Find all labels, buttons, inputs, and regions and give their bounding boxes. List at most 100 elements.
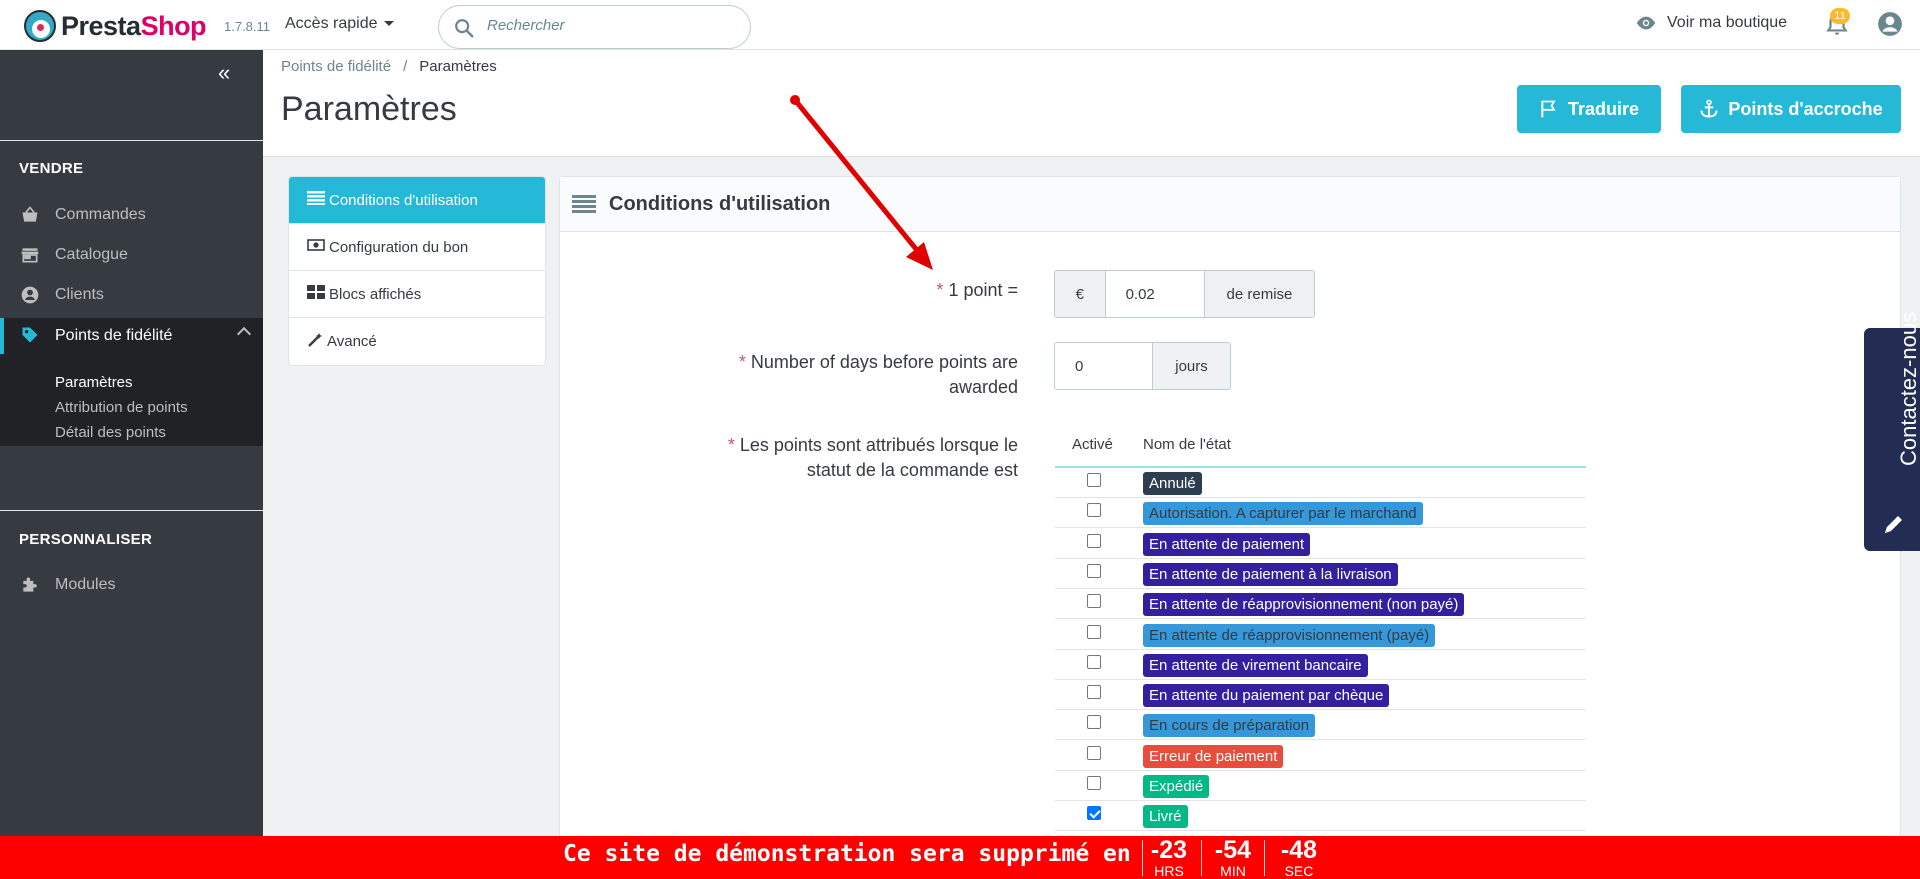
tab-label: Blocs affichés bbox=[329, 285, 422, 303]
status-active-checkbox[interactable] bbox=[1087, 654, 1101, 669]
days-input[interactable]: 0 bbox=[1055, 343, 1153, 389]
top-header: PrestaShop 1.7.8.11 Accès rapide Voir ma… bbox=[0, 0, 1920, 50]
section-title-customize: PERSONNALISER bbox=[19, 531, 153, 548]
status-badge: En attente du paiement par chèque bbox=[1143, 684, 1390, 708]
countdown-divider bbox=[1201, 840, 1202, 876]
puffin-logo-icon bbox=[24, 10, 56, 42]
tab-terms[interactable]: Conditions d'utilisation bbox=[289, 177, 545, 224]
countdown-divider bbox=[1142, 840, 1143, 876]
countdown-seconds: -48 SEC bbox=[1274, 837, 1324, 879]
sidebar-item-label: Points de fidélité bbox=[55, 327, 173, 344]
status-active-checkbox[interactable] bbox=[1087, 503, 1101, 518]
panel-title: Conditions d'utilisation bbox=[609, 192, 831, 215]
sidebar-item-label: Clients bbox=[55, 286, 104, 303]
table-row: Expédié bbox=[1055, 771, 1586, 801]
sidebar-item-orders[interactable]: Commandes bbox=[0, 198, 263, 232]
status-active-checkbox[interactable] bbox=[1087, 473, 1101, 487]
page-header bbox=[263, 50, 1920, 157]
status-active-checkbox[interactable] bbox=[1087, 563, 1101, 578]
point-value-label: * 1 point = bbox=[700, 278, 1018, 303]
tab-voucher-config[interactable]: Configuration du bon bbox=[289, 224, 545, 271]
breadcrumb-parent[interactable]: Points de fidélité bbox=[281, 58, 391, 75]
search-icon[interactable] bbox=[453, 17, 475, 39]
hooks-button[interactable]: Points d'accroche bbox=[1681, 85, 1901, 133]
point-value-input-group: € 0.02 de remise bbox=[1054, 270, 1315, 318]
breadcrumb-separator: / bbox=[403, 58, 408, 75]
days-input-group: 0 jours bbox=[1054, 342, 1231, 390]
countdown-hours: -23 HRS bbox=[1144, 836, 1194, 879]
status-active-checkbox[interactable] bbox=[1087, 715, 1101, 730]
sidebar-item-catalog[interactable]: Catalogue bbox=[0, 238, 263, 272]
demo-countdown-banner: Ce site de démonstration sera supprimé e… bbox=[0, 836, 1920, 879]
money-icon bbox=[307, 238, 325, 256]
quick-access-dropdown[interactable]: Accès rapide bbox=[285, 15, 394, 33]
status-badge: En attente de réapprovisionnement (payé) bbox=[1143, 623, 1436, 647]
countdown-hours-unit: HRS bbox=[1154, 863, 1184, 879]
status-active-checkbox[interactable] bbox=[1087, 745, 1101, 760]
countdown-minutes: -54 MIN bbox=[1208, 836, 1258, 879]
wand-icon bbox=[307, 332, 323, 352]
column-header-active: Activé bbox=[1072, 436, 1113, 453]
status-active-checkbox[interactable] bbox=[1087, 533, 1101, 548]
order-status-label: * Les points sont attribués lorsque le s… bbox=[700, 433, 1018, 483]
status-active-checkbox[interactable] bbox=[1087, 776, 1101, 790]
table-row: En attente du paiement par chèque bbox=[1055, 680, 1586, 711]
contact-us-label: Contactez-nous bbox=[1896, 311, 1920, 466]
version-label: 1.7.8.11 bbox=[224, 19, 271, 34]
days-label: * Number of days before points are award… bbox=[700, 350, 1018, 400]
account-icon[interactable] bbox=[1877, 11, 1903, 37]
status-active-checkbox[interactable] bbox=[1087, 806, 1101, 821]
countdown-minutes-value: -54 bbox=[1214, 836, 1252, 864]
table-row: En attente de paiement à la livraison bbox=[1055, 559, 1586, 589]
notifications-count-badge: 11 bbox=[1830, 8, 1850, 24]
sidebar-subitem-points-detail[interactable]: Détail des points bbox=[55, 424, 166, 441]
grid-icon bbox=[307, 285, 325, 303]
sidebar-item-modules[interactable]: Modules bbox=[0, 568, 263, 602]
collapse-sidebar-icon[interactable]: « bbox=[218, 60, 230, 86]
sidebar-divider bbox=[0, 510, 263, 511]
discount-addon: de remise bbox=[1204, 271, 1314, 317]
sidebar-item-label: Modules bbox=[55, 576, 116, 593]
table-row: Autorisation. A capturer par le marchand bbox=[1055, 498, 1586, 529]
flag-icon bbox=[1541, 100, 1556, 118]
countdown-hours-value: -23 bbox=[1150, 836, 1188, 864]
translate-button[interactable]: Traduire bbox=[1517, 85, 1661, 133]
hooks-label: Points d'accroche bbox=[1728, 98, 1883, 119]
sidebar-item-label: Commandes bbox=[55, 206, 146, 223]
status-badge: Autorisation. A capturer par le marchand bbox=[1143, 502, 1423, 526]
anchor-icon bbox=[1700, 99, 1718, 118]
sidebar-item-customers[interactable]: Clients bbox=[0, 278, 263, 312]
order-status-label-text: Les points sont attribués lorsque le sta… bbox=[739, 435, 1018, 480]
quick-access-label: Accès rapide bbox=[285, 15, 378, 32]
status-active-checkbox[interactable] bbox=[1087, 594, 1101, 609]
table-row: En cours de préparation bbox=[1055, 710, 1586, 741]
search-input[interactable] bbox=[487, 17, 737, 34]
tab-advanced[interactable]: Avancé bbox=[289, 318, 545, 365]
prestashop-logo[interactable]: PrestaShop bbox=[24, 10, 207, 42]
eye-icon bbox=[1636, 16, 1656, 30]
page-title: Paramètres bbox=[281, 90, 457, 128]
column-header-state-name: Nom de l'état bbox=[1143, 436, 1231, 453]
sidebar-item-loyalty-points[interactable]: Points de fidélité bbox=[0, 318, 263, 354]
list-icon bbox=[572, 195, 596, 213]
status-active-checkbox[interactable] bbox=[1087, 624, 1101, 639]
status-badge: En attente de paiement bbox=[1143, 532, 1311, 556]
sidebar-divider bbox=[0, 140, 263, 141]
search-box[interactable] bbox=[438, 5, 751, 49]
status-active-checkbox[interactable] bbox=[1087, 685, 1101, 700]
breadcrumb: Points de fidélité / Paramètres bbox=[281, 58, 497, 75]
view-shop-link[interactable]: Voir ma boutique bbox=[1635, 14, 1787, 32]
table-row: En attente de paiement bbox=[1055, 529, 1586, 559]
contact-us-tab[interactable]: Contactez-nous bbox=[1864, 311, 1920, 551]
store-icon bbox=[21, 248, 39, 263]
status-badge: Livré bbox=[1143, 805, 1188, 829]
translate-label: Traduire bbox=[1567, 98, 1640, 119]
days-label-text: Number of days before points are awarded bbox=[750, 352, 1018, 397]
caret-down-icon bbox=[383, 21, 394, 27]
tab-displayed-blocks[interactable]: Blocs affichés bbox=[289, 271, 545, 318]
required-asterisk: * bbox=[727, 435, 740, 455]
point-value-input[interactable]: 0.02 bbox=[1104, 271, 1205, 317]
sidebar-subitem-settings[interactable]: Paramètres bbox=[55, 374, 133, 391]
sidebar-subitem-points-attribution[interactable]: Attribution de points bbox=[55, 399, 188, 416]
days-addon: jours bbox=[1153, 343, 1230, 389]
